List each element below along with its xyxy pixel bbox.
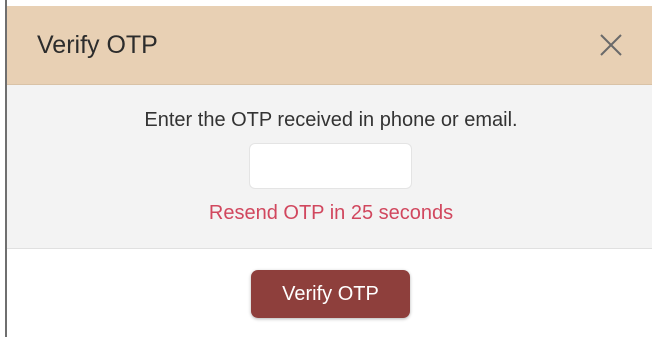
- verify-otp-dialog: Verify OTP Enter the OTP received in pho…: [7, 6, 652, 337]
- otp-input[interactable]: [249, 143, 412, 189]
- otp-prompt: Enter the OTP received in phone or email…: [144, 109, 518, 131]
- close-button[interactable]: [596, 30, 626, 60]
- close-icon: [600, 34, 622, 56]
- resend-otp-countdown: Resend OTP in 25 seconds: [208, 202, 454, 224]
- verify-otp-button[interactable]: Verify OTP: [251, 270, 410, 318]
- dialog-title: Verify OTP: [37, 31, 158, 59]
- dialog-footer: Verify OTP: [7, 249, 652, 337]
- dialog-body: Enter the OTP received in phone or email…: [7, 85, 652, 249]
- left-border: [0, 0, 7, 337]
- dialog-header: Verify OTP: [7, 6, 652, 85]
- screenshot-frame: Verify OTP Enter the OTP received in pho…: [0, 0, 652, 337]
